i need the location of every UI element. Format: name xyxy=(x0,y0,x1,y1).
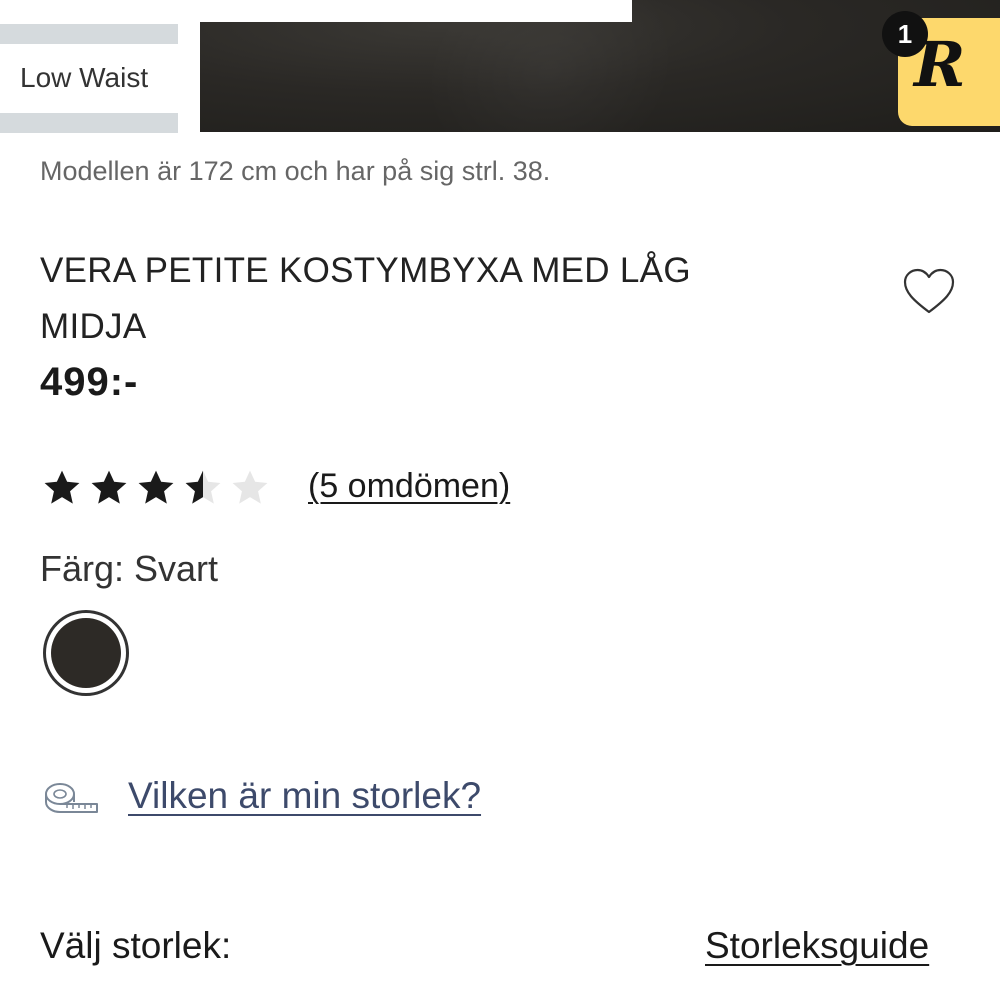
half-star-icon xyxy=(185,470,221,504)
image-caption-overlay xyxy=(0,0,632,22)
measuring-tape-icon xyxy=(45,783,98,813)
feature-badge-stripe-bottom xyxy=(0,113,178,133)
choose-size-label: Välj storlek: xyxy=(40,925,232,966)
feature-badge-stripe-top xyxy=(0,24,178,44)
star-icon xyxy=(138,470,174,504)
model-size-info: Modellen är 172 cm och har på sig strl. … xyxy=(40,156,551,186)
feature-badge-label: Low Waist xyxy=(20,62,149,93)
rating-stars xyxy=(40,466,280,510)
star-icon xyxy=(44,470,80,504)
reviews-link[interactable]: (5 omdömen) xyxy=(308,467,510,506)
product-title: VERA PETITE KOSTYMBYXA MED LÅG MIDJA xyxy=(40,251,691,346)
size-help-link[interactable]: Vilken är min storlek? xyxy=(128,775,481,817)
size-guide-link[interactable]: Storleksguide xyxy=(705,925,929,967)
color-label: Färg: Svart xyxy=(40,548,219,589)
star-icon xyxy=(91,470,127,504)
product-price: 499:- xyxy=(40,360,139,404)
notification-count-badge: 1 xyxy=(882,11,928,57)
color-swatch-black[interactable] xyxy=(51,618,121,688)
heart-icon[interactable] xyxy=(903,268,955,316)
empty-star-icon xyxy=(232,470,268,504)
